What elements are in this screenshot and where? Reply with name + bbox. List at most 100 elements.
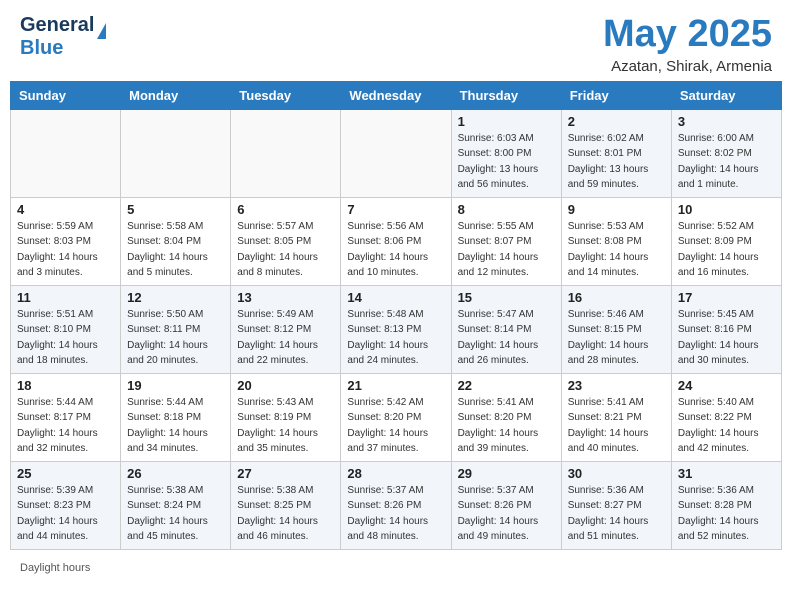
- day-number: 19: [127, 378, 224, 393]
- day-number: 2: [568, 114, 665, 129]
- calendar-cell: 22Sunrise: 5:41 AM Sunset: 8:20 PM Dayli…: [451, 373, 561, 461]
- calendar-wrapper: SundayMondayTuesdayWednesdayThursdayFrid…: [0, 81, 792, 560]
- logo-blue: Blue: [20, 37, 63, 59]
- calendar-table: SundayMondayTuesdayWednesdayThursdayFrid…: [10, 81, 782, 550]
- calendar-cell: 29 Sunrise: 5:37 AM Sunset: 8:26 PM Dayli…: [451, 461, 561, 549]
- calendar-cell: 30 Sunrise: 5:36 AM Sunset: 8:27 PM Dayli…: [561, 461, 671, 549]
- calendar-cell: 6Sunrise: 5:57 AM Sunset: 8:05 PM Daylig…: [231, 197, 341, 285]
- day-info: Sunrise: 5:47 AM Sunset: 8:14 PM Dayligh…: [458, 307, 555, 369]
- day-info: Sunrise: 5:41 AM Sunset: 8:20 PM Dayligh…: [458, 395, 555, 457]
- header: General Blue May 2025 Azatan, Shirak, Ar…: [0, 0, 792, 81]
- calendar-cell: 7Sunrise: 5:56 AM Sunset: 8:06 PM Daylig…: [341, 197, 451, 285]
- day-info: Sunrise: 5:58 AM Sunset: 8:04 PM Dayligh…: [127, 219, 224, 281]
- day-number: 14: [347, 290, 444, 305]
- calendar-header: SundayMondayTuesdayWednesdayThursdayFrid…: [11, 81, 782, 109]
- day-header: Saturday: [671, 81, 781, 109]
- calendar-cell: 16 Sunrise: 5:46 AM Sunset: 8:15 PM Dayli…: [561, 285, 671, 373]
- day-number: 11: [17, 290, 114, 305]
- day-number: 3: [678, 114, 775, 129]
- day-header: Tuesday: [231, 81, 341, 109]
- calendar-cell: 25Sunrise: 5:39 AM Sunset: 8:23 PM Dayli…: [11, 461, 121, 549]
- day-number: 31: [678, 466, 775, 481]
- calendar-cell: [121, 109, 231, 197]
- day-info: Sunrise: 5:37 AM Sunset: 8:26 PM Dayligh…: [347, 483, 444, 545]
- day-info: Sunrise: 5:59 AM Sunset: 8:03 PM Dayligh…: [17, 219, 114, 281]
- day-number: 23: [568, 378, 665, 393]
- calendar-cell: 18Sunrise: 5:44 AM Sunset: 8:17 PM Dayli…: [11, 373, 121, 461]
- calendar-cell: 4 Sunrise: 5:59 AM Sunset: 8:03 PM Daylig…: [11, 197, 121, 285]
- day-info: Sunrise: 5:38 AM Sunset: 8:25 PM Dayligh…: [237, 483, 334, 545]
- logo: General Blue: [20, 14, 106, 60]
- calendar-cell: 27Sunrise: 5:38 AM Sunset: 8:25 PM Dayli…: [231, 461, 341, 549]
- day-number: 7: [347, 202, 444, 217]
- calendar-cell: 9Sunrise: 5:53 AM Sunset: 8:08 PM Daylig…: [561, 197, 671, 285]
- calendar-cell: 14 Sunrise: 5:48 AM Sunset: 8:13 PM Dayli…: [341, 285, 451, 373]
- calendar-body: 1 Sunrise: 6:03 AM Sunset: 8:00 PM Daylig…: [11, 109, 782, 549]
- day-info: Sunrise: 5:48 AM Sunset: 8:13 PM Dayligh…: [347, 307, 444, 369]
- day-info: Sunrise: 5:44 AM Sunset: 8:18 PM Dayligh…: [127, 395, 224, 457]
- calendar-cell: 5Sunrise: 5:58 AM Sunset: 8:04 PM Daylig…: [121, 197, 231, 285]
- calendar-cell: 10Sunrise: 5:52 AM Sunset: 8:09 PM Dayli…: [671, 197, 781, 285]
- day-number: 4: [17, 202, 114, 217]
- day-info: Sunrise: 5:37 AM Sunset: 8:26 PM Dayligh…: [458, 483, 555, 545]
- day-info: Sunrise: 5:41 AM Sunset: 8:21 PM Dayligh…: [568, 395, 665, 457]
- day-number: 16: [568, 290, 665, 305]
- day-number: 21: [347, 378, 444, 393]
- calendar-cell: 11 Sunrise: 5:51 AM Sunset: 8:10 PM Dayli…: [11, 285, 121, 373]
- day-number: 13: [237, 290, 334, 305]
- day-number: 9: [568, 202, 665, 217]
- calendar-cell: 23 Sunrise: 5:41 AM Sunset: 8:21 PM Dayli…: [561, 373, 671, 461]
- day-info: Sunrise: 5:45 AM Sunset: 8:16 PM Dayligh…: [678, 307, 775, 369]
- day-number: 30: [568, 466, 665, 481]
- calendar-cell: 3 Sunrise: 6:00 AM Sunset: 8:02 PM Daylig…: [671, 109, 781, 197]
- day-number: 29: [458, 466, 555, 481]
- day-info: Sunrise: 6:00 AM Sunset: 8:02 PM Dayligh…: [678, 131, 775, 193]
- day-number: 10: [678, 202, 775, 217]
- logo-text-block: General Blue: [20, 14, 106, 60]
- day-number: 8: [458, 202, 555, 217]
- day-info: Sunrise: 6:02 AM Sunset: 8:01 PM Dayligh…: [568, 131, 665, 193]
- calendar-cell: 12Sunrise: 5:50 AM Sunset: 8:11 PM Dayli…: [121, 285, 231, 373]
- day-number: 1: [458, 114, 555, 129]
- day-number: 12: [127, 290, 224, 305]
- day-header: Sunday: [11, 81, 121, 109]
- day-info: Sunrise: 5:38 AM Sunset: 8:24 PM Dayligh…: [127, 483, 224, 545]
- day-info: Sunrise: 5:43 AM Sunset: 8:19 PM Dayligh…: [237, 395, 334, 457]
- calendar-week-row: 18Sunrise: 5:44 AM Sunset: 8:17 PM Dayli…: [11, 373, 782, 461]
- day-info: Sunrise: 5:42 AM Sunset: 8:20 PM Dayligh…: [347, 395, 444, 457]
- calendar-cell: 2 Sunrise: 6:02 AM Sunset: 8:01 PM Daylig…: [561, 109, 671, 197]
- calendar-cell: 8 Sunrise: 5:55 AM Sunset: 8:07 PM Daylig…: [451, 197, 561, 285]
- day-info: Sunrise: 6:03 AM Sunset: 8:00 PM Dayligh…: [458, 131, 555, 193]
- logo-icon: [97, 23, 106, 39]
- day-info: Sunrise: 5:46 AM Sunset: 8:15 PM Dayligh…: [568, 307, 665, 369]
- day-info: Sunrise: 5:55 AM Sunset: 8:07 PM Dayligh…: [458, 219, 555, 281]
- day-info: Sunrise: 5:36 AM Sunset: 8:27 PM Dayligh…: [568, 483, 665, 545]
- day-info: Sunrise: 5:51 AM Sunset: 8:10 PM Dayligh…: [17, 307, 114, 369]
- calendar-week-row: 11 Sunrise: 5:51 AM Sunset: 8:10 PM Dayli…: [11, 285, 782, 373]
- day-info: Sunrise: 5:57 AM Sunset: 8:05 PM Dayligh…: [237, 219, 334, 281]
- calendar-cell: 31Sunrise: 5:36 AM Sunset: 8:28 PM Dayli…: [671, 461, 781, 549]
- day-number: 18: [17, 378, 114, 393]
- calendar-cell: [11, 109, 121, 197]
- month-year: May 2025: [603, 14, 772, 56]
- calendar-cell: 26Sunrise: 5:38 AM Sunset: 8:24 PM Dayli…: [121, 461, 231, 549]
- day-number: 25: [17, 466, 114, 481]
- day-header: Wednesday: [341, 81, 451, 109]
- day-number: 20: [237, 378, 334, 393]
- calendar-cell: 17 Sunrise: 5:45 AM Sunset: 8:16 PM Dayli…: [671, 285, 781, 373]
- day-header: Thursday: [451, 81, 561, 109]
- day-info: Sunrise: 5:49 AM Sunset: 8:12 PM Dayligh…: [237, 307, 334, 369]
- calendar-cell: 20 Sunrise: 5:43 AM Sunset: 8:19 PM Dayli…: [231, 373, 341, 461]
- day-header: Friday: [561, 81, 671, 109]
- calendar-week-row: 4 Sunrise: 5:59 AM Sunset: 8:03 PM Daylig…: [11, 197, 782, 285]
- location: Azatan, Shirak, Armenia: [603, 58, 772, 75]
- calendar-cell: [231, 109, 341, 197]
- day-number: 15: [458, 290, 555, 305]
- footer: Daylight hours: [0, 560, 792, 582]
- day-info: Sunrise: 5:40 AM Sunset: 8:22 PM Dayligh…: [678, 395, 775, 457]
- logo-general: General: [20, 14, 94, 36]
- calendar-cell: 21 Sunrise: 5:42 AM Sunset: 8:20 PM Dayli…: [341, 373, 451, 461]
- calendar-week-row: 25Sunrise: 5:39 AM Sunset: 8:23 PM Dayli…: [11, 461, 782, 549]
- calendar-cell: 13 Sunrise: 5:49 AM Sunset: 8:12 PM Dayli…: [231, 285, 341, 373]
- day-number: 17: [678, 290, 775, 305]
